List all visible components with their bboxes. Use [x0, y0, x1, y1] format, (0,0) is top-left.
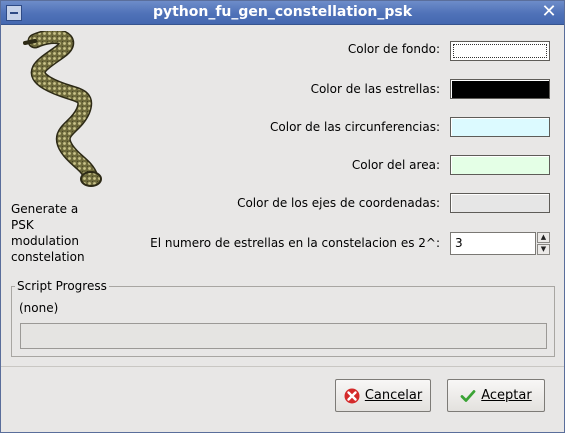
cancel-button[interactable]: Cancelar: [335, 379, 431, 412]
circle-color-button[interactable]: [450, 117, 550, 137]
checkmark-icon: [460, 389, 476, 402]
background-color-label: Color de fondo:: [347, 42, 440, 56]
close-icon[interactable]: ✕: [540, 3, 558, 21]
title-bar[interactable]: python_fu_gen_constellation_psk ✕: [1, 1, 564, 25]
progress-status: (none): [19, 301, 59, 315]
star-color-label: Color de las estrellas:: [310, 82, 440, 96]
snake-image: [23, 31, 102, 187]
cancel-button-label: Cancelar: [364, 388, 423, 403]
ok-button-label: Aceptar: [481, 388, 532, 403]
star-color-button[interactable]: [450, 79, 550, 99]
star-count-spinner[interactable]: 3: [450, 232, 536, 255]
circle-color-label: Color de las circunferencias:: [270, 120, 440, 134]
area-color-button[interactable]: [450, 155, 550, 175]
spin-down-icon[interactable]: ▼: [537, 244, 550, 255]
axes-color-button[interactable]: [450, 193, 550, 213]
plugin-dialog: python_fu_gen_constellation_psk ✕ Genera…: [0, 0, 565, 433]
spin-up-icon[interactable]: ▲: [537, 232, 550, 243]
window-title: python_fu_gen_constellation_psk: [152, 4, 413, 20]
plugin-description: Generate a PSK modulation constelation: [11, 202, 85, 264]
area-color-label: Color del area:: [351, 158, 440, 172]
progress-bar: [20, 323, 547, 349]
button-separator: [1, 366, 564, 367]
progress-frame-title: Script Progress: [15, 279, 109, 293]
star-count-label: El numero de estrellas en la constelacio…: [150, 236, 440, 250]
axes-color-label: Color de los ejes de coordenadas:: [237, 196, 440, 210]
ok-button[interactable]: Aceptar: [447, 379, 545, 412]
background-color-button[interactable]: [450, 41, 550, 61]
cancel-x-icon: [344, 388, 360, 403]
